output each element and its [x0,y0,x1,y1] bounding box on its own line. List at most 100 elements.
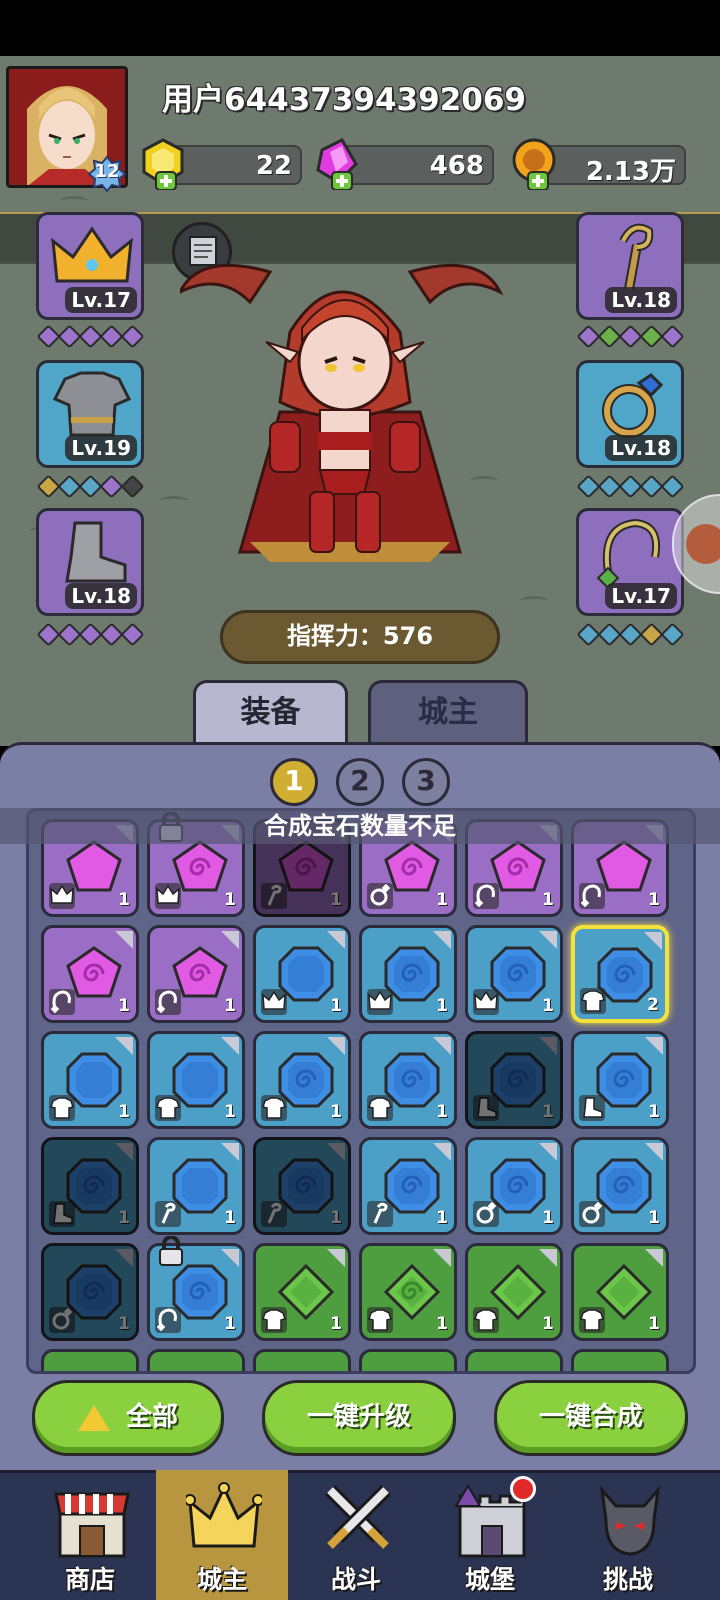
nav-challenge[interactable]: 挑战 [562,1470,694,1600]
inventory-gem-slot[interactable]: 1 [571,1137,669,1235]
inventory-gem-slot[interactable]: 1 [253,925,351,1023]
inventory-gem-slot[interactable] [465,1349,563,1371]
armor-icon [52,371,132,437]
corner-marker [539,1143,557,1161]
corner-marker [327,1037,345,1055]
nav-castle[interactable]: 城堡 [424,1470,556,1600]
boots-icon [49,1201,75,1227]
corner-marker [327,1143,345,1161]
hero-character [176,232,520,592]
armor-icon [367,1095,393,1121]
gem-count: 1 [542,890,554,910]
page-3-button[interactable]: 3 [402,758,450,806]
corner-marker [221,1037,239,1055]
inventory-gem-slot[interactable]: 1 [41,1243,139,1341]
equip-slot-boots[interactable]: Lv.18 [36,508,144,616]
nav-battle[interactable]: 战斗 [290,1470,422,1600]
armor-icon [155,1095,181,1121]
corner-marker [327,1249,345,1267]
tab-lord[interactable]: 城主 [368,680,528,744]
inventory-gem-slot[interactable]: 1 [147,1031,245,1129]
equip-level: Lv.18 [605,435,677,461]
inventory-gem-slot[interactable] [253,1349,351,1371]
inventory-gem-slot[interactable] [147,1349,245,1371]
crown-icon [473,989,499,1015]
inventory-gem-slot[interactable]: 1 [465,1031,563,1129]
corner-marker [539,1249,557,1267]
tab-equipment[interactable]: 装备 [193,680,348,744]
equip-slot-armor[interactable]: Lv.19 [36,360,144,468]
pink-crystal-add-icon[interactable] [312,136,366,191]
crown-icon [155,883,181,909]
gem-count: 1 [436,1314,448,1334]
inventory-gem-slot[interactable]: 1 [465,1243,563,1341]
equip-star-gems [36,474,145,499]
inventory-gem-slot[interactable]: 1 [465,925,563,1023]
page-1-button[interactable]: 1 [270,758,318,806]
nav-shop[interactable]: 商店 [24,1470,156,1600]
equip-slot-ring[interactable]: Lv.18 [576,360,684,468]
equip-level: Lv.18 [605,287,677,313]
inventory-gem-slot[interactable] [41,1349,139,1371]
ring-icon [579,1201,605,1227]
gem-count: 1 [330,1208,342,1228]
gem-count: 1 [436,996,448,1016]
demon-icon [599,1485,661,1556]
gold-gem-add-icon[interactable] [136,136,190,191]
inventory-gem-slot[interactable]: 1 [41,1031,139,1129]
equip-slot-crown[interactable]: Lv.17 [36,212,144,320]
crown-icon [49,883,75,909]
gem-count: 1 [224,996,236,1016]
inventory-gem-slot[interactable]: 1 [465,1137,563,1235]
inventory-gem-slot[interactable] [359,1349,457,1371]
nav-lord[interactable]: 城主 [156,1470,288,1600]
inventory-gem-slot[interactable]: 1 [253,1031,351,1129]
corner-marker [115,1249,133,1267]
inventory-gem-slot[interactable]: 1 [147,925,245,1023]
inventory-gem-slot[interactable]: 1 [359,1137,457,1235]
gem-count: 1 [436,1102,448,1122]
staff-icon [261,1201,287,1227]
inventory-gem-slot[interactable]: 1 [359,1243,457,1341]
corner-marker [645,1037,663,1055]
gem-count: 1 [330,1102,342,1122]
notification-dot [510,1476,536,1502]
corner-marker [327,931,345,949]
pink-crystal-count: 468 [429,151,484,181]
gem-count: 1 [330,1314,342,1334]
gem-count: 1 [648,1314,660,1334]
equip-level: Lv.17 [605,583,677,609]
inventory-gem-slot[interactable]: 1 [147,1137,245,1235]
ring-icon [367,883,393,909]
inventory-gem-slot[interactable]: 2 [571,925,669,1023]
crown-icon [186,1482,262,1548]
filter-all-button[interactable]: 全部 [32,1380,224,1456]
upgrade-all-button[interactable]: 一键升级 [262,1380,456,1456]
necklace-icon [49,989,75,1015]
nav-label: 战斗 [330,1565,381,1594]
necklace-icon [473,883,499,909]
gem-count: 2 [647,995,659,1015]
corner-marker [433,1037,451,1055]
nav-label: 城堡 [464,1565,515,1594]
status-bar [0,0,720,56]
equip-slot-staff[interactable]: Lv.18 [576,212,684,320]
inventory-gem-slot[interactable]: 1 [41,925,139,1023]
equip-slot-necklace[interactable]: Lv.17 [576,508,684,616]
inventory-gem-slot[interactable] [571,1349,669,1371]
inventory-gem-slot[interactable]: 1 [253,1137,351,1235]
equip-star-gems [576,324,685,349]
merge-all-button[interactable]: 一键合成 [494,1380,688,1456]
inventory-gem-slot[interactable]: 1 [41,1137,139,1235]
inventory-gem-slot[interactable]: 1 [359,925,457,1023]
inventory-gem-slot[interactable]: 1 [147,1236,245,1341]
coin-add-icon[interactable] [508,136,562,191]
inventory-gem-slot[interactable]: 1 [253,1243,351,1341]
page-2-button[interactable]: 2 [336,758,384,806]
corner-marker [644,932,662,950]
corner-marker [645,1249,663,1267]
inventory-gem-slot[interactable]: 1 [359,1031,457,1129]
inventory-gem-slot[interactable]: 1 [571,1031,669,1129]
side-float-icon [686,524,720,564]
inventory-gem-slot[interactable]: 1 [571,1243,669,1341]
